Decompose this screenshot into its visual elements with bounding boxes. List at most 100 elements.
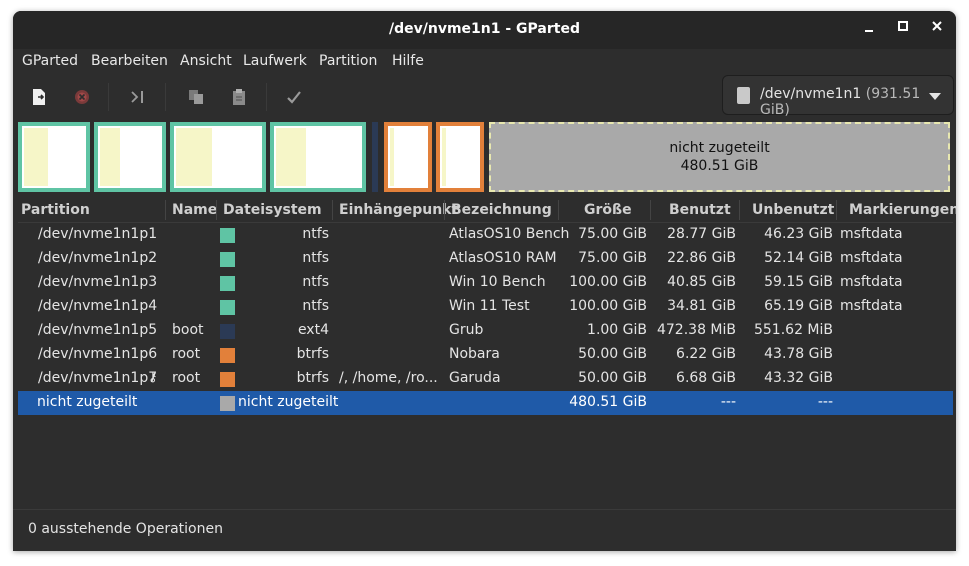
unallocated-block-size: 480.51 GiB [680,158,759,174]
cell-unused: 551.62 MiB [753,322,833,338]
cell-size: 100.00 GiB [569,298,647,314]
cell-label: Win 11 Test [449,298,530,314]
col-header-name[interactable]: Name [172,202,217,218]
cell-partition: /dev/nvme1n1p2 [38,250,158,266]
apply-button[interactable] [280,83,308,111]
chevron-down-icon [929,93,941,100]
copy-icon [189,90,203,104]
cell-filesystem: btrfs [296,370,329,386]
cell-label: Nobara [449,346,500,362]
cell-unused: 46.23 GiB [764,226,833,242]
cell-name: root [172,370,201,386]
filesystem-color-swatch [220,252,235,267]
menu-bearbeiten[interactable]: Bearbeiten [91,53,168,69]
column-separator [165,200,166,220]
cell-name: root [172,346,201,362]
menu-bar: GParted Bearbeiten Ansicht Laufwerk Part… [13,49,956,75]
status-text: 0 ausstehende Operationen [28,521,223,537]
partition-block-p5[interactable] [372,122,378,192]
cell-unused: 65.19 GiB [764,298,833,314]
cell-flags: msftdata [840,298,903,314]
cell-filesystem: ntfs [302,274,329,290]
cell-used: 28.77 GiB [667,226,736,242]
unallocated-block[interactable]: nicht zugeteilt 480.51 GiB [489,122,950,192]
cell-label: Win 10 Bench [449,274,546,290]
menu-laufwerk[interactable]: Laufwerk [243,53,307,69]
used-space-bar [276,128,306,186]
new-partition-button[interactable] [25,83,53,111]
cell-partition: /dev/nvme1n1p7 [38,370,158,386]
paste-icon [233,89,245,105]
status-bar: 0 ausstehende Operationen [13,509,956,551]
cell-filesystem: ext4 [297,322,329,338]
cell-partition: /dev/nvme1n1p4 [38,298,158,314]
minimize-icon [865,30,873,32]
cell-label: Garuda [449,370,501,386]
minimize-button[interactable] [859,19,879,39]
cell-used: 34.81 GiB [667,298,736,314]
filesystem-color-swatch [220,324,235,339]
toolbar-separator [165,83,166,111]
unallocated-block-label: nicht zugeteilt [669,140,770,156]
close-button[interactable] [927,19,947,39]
table-row[interactable]: /dev/nvme1n1p7 ⚷ root btrfs /, /home, /ro...… [18,367,953,391]
table-row[interactable]: /dev/nvme1n1p3 ntfs Win 10 Bench 100.00 GiB… [18,271,953,295]
col-header-partition[interactable]: Partition [21,202,90,218]
paste-button[interactable] [225,83,253,111]
menu-partition[interactable]: Partition [319,53,377,69]
apply-icon [287,91,301,104]
cell-size: 1.00 GiB [587,322,647,338]
cell-unused: 43.78 GiB [764,346,833,362]
col-header-filesystem[interactable]: Dateisystem [223,202,322,218]
table-row[interactable]: /dev/nvme1n1p1 ntfs AtlasOS10 Bench 75.00 G… [18,223,953,247]
column-separator [836,200,837,220]
maximize-button[interactable] [893,19,913,39]
cell-unused: 52.14 GiB [764,250,833,266]
partition-block-p2[interactable] [94,122,166,192]
partition-block-p7[interactable] [436,122,484,192]
menu-hilfe[interactable]: Hilfe [392,53,424,69]
partition-map: nicht zugeteilt 480.51 GiB [18,122,951,192]
cell-used: 472.38 MiB [656,322,736,338]
col-header-label[interactable]: Bezeichnung [451,202,552,218]
table-row[interactable]: /dev/nvme1n1p6 root btrfs Nobara 50.00 GiB 6.… [18,343,953,367]
cell-size: 75.00 GiB [578,226,647,242]
partition-block-p1[interactable] [18,122,90,192]
delete-partition-button[interactable] [68,83,96,111]
filesystem-color-swatch [220,300,235,315]
copy-button[interactable] [182,83,210,111]
resize-move-icon [131,91,143,103]
cell-filesystem: ntfs [302,298,329,314]
device-name: /dev/nvme1n1 [760,86,862,102]
menu-ansicht[interactable]: Ansicht [180,53,232,69]
cell-partition: /dev/nvme1n1p1 [38,226,158,242]
resize-move-button[interactable] [124,83,152,111]
col-header-size[interactable]: Größe [584,202,632,218]
column-separator [739,200,740,220]
partition-block-p3[interactable] [170,122,266,192]
cell-filesystem: ntfs [302,250,329,266]
table-row[interactable]: /dev/nvme1n1p2 ntfs AtlasOS10 RAM 75.00 GiB… [18,247,953,271]
col-header-flags[interactable]: Markierungen [849,202,956,218]
col-header-unused[interactable]: Unbenutzt [752,202,834,218]
partition-block-p4[interactable] [270,122,366,192]
toolbar-separator [266,83,267,111]
partition-block-p6[interactable] [384,122,432,192]
table-row[interactable]: /dev/nvme1n1p5 boot ext4 Grub 1.00 GiB 472.38… [18,319,953,343]
cell-used: 6.68 GiB [676,370,736,386]
table-header: Partition Name Dateisystem Einhängepunkt… [18,198,956,223]
col-header-used[interactable]: Benutzt [669,202,731,218]
cell-partition: nicht zugeteilt [37,394,138,410]
col-header-mountpoint[interactable]: Einhängepunkt [339,202,458,218]
disk-icon [737,87,750,104]
unallocated-block-text: nicht zugeteilt 480.51 GiB [491,139,948,175]
table-row[interactable]: /dev/nvme1n1p4 ntfs Win 11 Test 100.00 GiB 3… [18,295,953,319]
menu-gparted[interactable]: GParted [22,53,78,69]
cell-size: 480.51 GiB [569,394,647,410]
gparted-window: /dev/nvme1n1 - GParted GParted Bearbeite… [13,11,956,551]
cell-size: 50.00 GiB [578,346,647,362]
column-separator [216,200,217,220]
table-row[interactable]: nicht zugeteilt nicht zugeteilt 480.51 GiB… [18,391,953,415]
device-selector[interactable]: /dev/nvme1n1 (931.51 GiB) [722,75,954,118]
filesystem-color-swatch [220,276,235,291]
